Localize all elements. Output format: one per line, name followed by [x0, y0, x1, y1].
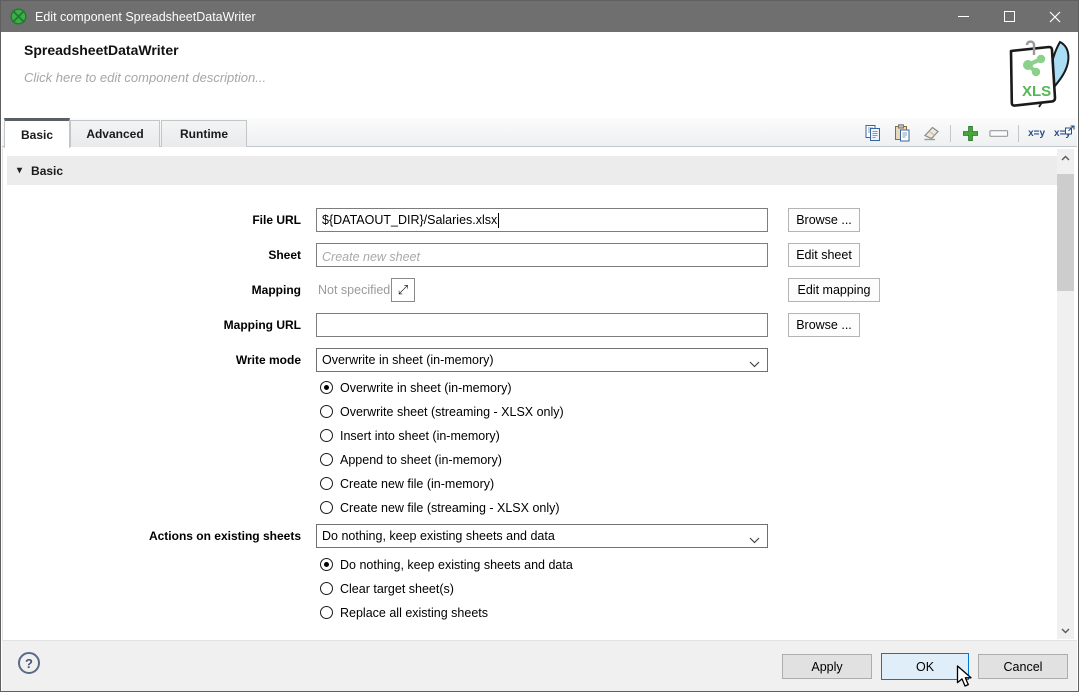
edit-sheet-button[interactable]: Edit sheet [788, 243, 860, 267]
mapping-url-browse-button[interactable]: Browse ... [788, 313, 860, 337]
cancel-button[interactable]: Cancel [978, 654, 1068, 679]
actions-on-existing-sheets-label: Actions on existing sheets [3, 529, 301, 543]
mapping-expand-button[interactable]: ⤢ [391, 278, 415, 302]
tab-strip: Basic Advanced Runtime [2, 118, 1077, 147]
mapping-external-editor-icon[interactable]: x=y [1054, 128, 1071, 139]
component-description-placeholder[interactable]: Click here to edit component description… [24, 70, 266, 85]
mapping-url-input[interactable] [316, 313, 768, 337]
chevron-down-icon [1061, 628, 1070, 634]
write-mode-label: Write mode [3, 353, 301, 367]
section-basic-header[interactable]: ▾ Basic [7, 156, 1057, 185]
paste-icon[interactable] [892, 123, 912, 143]
eraser-icon[interactable] [921, 123, 941, 143]
close-icon [1049, 11, 1061, 23]
radio-button [320, 453, 333, 466]
toolbar-separator [1018, 125, 1019, 142]
clover-app-icon [10, 8, 27, 25]
radio-append-to-sheet[interactable]: Append to sheet (in-memory) [320, 452, 502, 467]
radio-button [320, 405, 333, 418]
add-icon[interactable] [960, 123, 980, 143]
titlebar: Edit component SpreadsheetDataWriter [1, 1, 1078, 32]
help-button[interactable]: ? [18, 652, 40, 674]
tab-basic[interactable]: Basic [4, 118, 70, 148]
chevron-up-icon [1061, 155, 1070, 161]
radio-button [320, 429, 333, 442]
xls-label: XLS [1022, 83, 1051, 100]
dialog-footer: ? Apply OK Cancel [2, 640, 1077, 691]
radio-overwrite-in-sheet[interactable]: Overwrite in sheet (in-memory) [320, 380, 512, 395]
radio-button-checked [320, 381, 333, 394]
xls-file-icon: XLS [998, 38, 1076, 121]
chevron-down-icon [749, 357, 760, 371]
scroll-up-button[interactable] [1057, 149, 1074, 166]
actions-on-existing-sheets-dropdown[interactable]: Do nothing, keep existing sheets and dat… [316, 524, 768, 548]
file-url-input[interactable]: ${DATAOUT_DIR}/Salaries.xlsx [316, 208, 768, 232]
mapping-value: Not specified [318, 283, 390, 297]
copy-icon[interactable] [863, 123, 883, 143]
section-title: Basic [31, 164, 63, 178]
edit-component-dialog: Edit component SpreadsheetDataWriter Spr… [0, 0, 1079, 692]
component-name: SpreadsheetDataWriter [24, 42, 179, 58]
close-button[interactable] [1032, 1, 1078, 32]
mapping-label: Mapping [3, 283, 301, 297]
help-icon: ? [25, 656, 33, 671]
properties-toolbar: x=y x=y [863, 121, 1071, 145]
expand-icon: ⤢ [398, 282, 408, 298]
radio-do-nothing[interactable]: Do nothing, keep existing sheets and dat… [320, 557, 573, 572]
radio-button [320, 606, 333, 619]
tab-advanced[interactable]: Advanced [70, 120, 160, 147]
radio-replace-all-existing-sheets[interactable]: Replace all existing sheets [320, 605, 488, 620]
open-external-icon [1065, 122, 1075, 140]
maximize-button[interactable] [986, 1, 1032, 32]
basic-tab-content: ▾ Basic File URL ${DATAOUT_DIR}/Salaries… [2, 147, 1077, 641]
tab-runtime[interactable]: Runtime [161, 120, 247, 147]
window-title: Edit component SpreadsheetDataWriter [35, 10, 256, 24]
radio-button-checked [320, 558, 333, 571]
simple-mapping-icon[interactable]: x=y [1028, 128, 1045, 139]
write-mode-dropdown[interactable]: Overwrite in sheet (in-memory) [316, 348, 768, 372]
mapping-url-label: Mapping URL [3, 318, 301, 332]
toolbar-separator [950, 125, 951, 142]
text-caret [498, 213, 499, 228]
radio-insert-into-sheet[interactable]: Insert into sheet (in-memory) [320, 428, 500, 443]
remove-icon[interactable] [989, 123, 1009, 143]
apply-button[interactable]: Apply [782, 654, 872, 679]
radio-create-new-file[interactable]: Create new file (in-memory) [320, 476, 494, 491]
collapse-triangle-icon: ▾ [17, 165, 22, 176]
radio-button [320, 501, 333, 514]
radio-button [320, 582, 333, 595]
minimize-icon [958, 11, 969, 22]
radio-button [320, 477, 333, 490]
sheet-input[interactable] [316, 243, 768, 267]
ok-button[interactable]: OK [881, 653, 969, 680]
file-url-browse-button[interactable]: Browse ... [788, 208, 860, 232]
vertical-scrollbar[interactable] [1057, 149, 1074, 639]
chevron-down-icon [749, 533, 760, 547]
edit-mapping-button[interactable]: Edit mapping [788, 278, 880, 302]
radio-overwrite-sheet-streaming[interactable]: Overwrite sheet (streaming - XLSX only) [320, 404, 564, 419]
minimize-button[interactable] [940, 1, 986, 32]
sheet-label: Sheet [3, 248, 301, 262]
radio-create-new-file-streaming[interactable]: Create new file (streaming - XLSX only) [320, 500, 560, 515]
radio-clear-target-sheets[interactable]: Clear target sheet(s) [320, 581, 454, 596]
maximize-icon [1004, 11, 1015, 22]
file-url-label: File URL [3, 213, 301, 227]
scroll-down-button[interactable] [1057, 622, 1074, 639]
scrollbar-thumb[interactable] [1057, 174, 1074, 291]
component-header: SpreadsheetDataWriter Click here to edit… [2, 32, 1077, 118]
